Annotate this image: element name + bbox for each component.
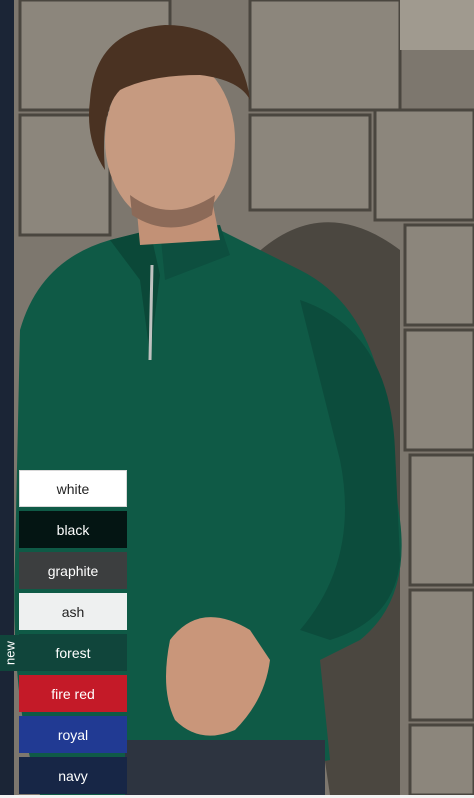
swatch-navy[interactable]: navy [19,757,127,794]
swatch-ash[interactable]: ash [19,593,127,630]
swatch-fire-red[interactable]: fire red [19,675,127,712]
color-swatch-list: white black graphite ash forest fire red… [19,470,129,798]
new-badge: new [0,635,20,671]
swatch-forest[interactable]: forest [19,634,127,671]
swatch-black[interactable]: black [19,511,127,548]
swatch-royal[interactable]: royal [19,716,127,753]
swatch-white[interactable]: white [19,470,127,507]
swatch-graphite[interactable]: graphite [19,552,127,589]
